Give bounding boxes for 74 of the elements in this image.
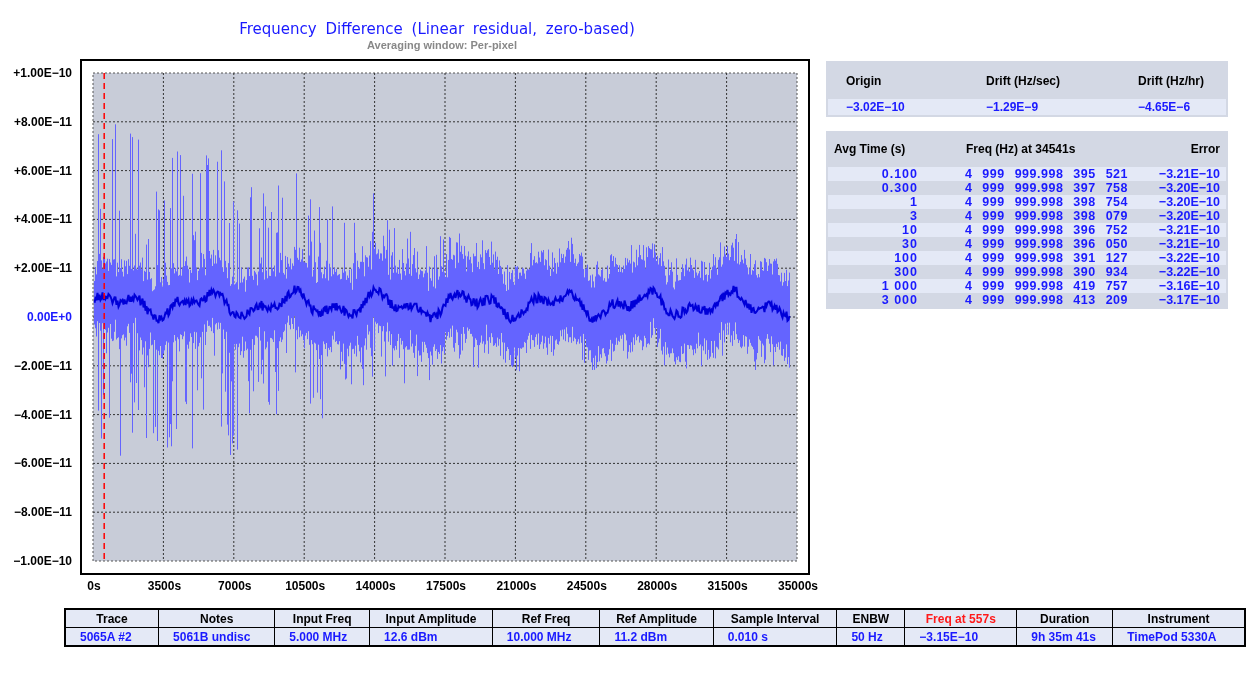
column-header: Avg Time (s) bbox=[834, 142, 907, 156]
column-header: Ref Freq bbox=[492, 609, 600, 628]
table-cell-text: 100 bbox=[893, 251, 918, 265]
y-axis-label: +2.00E−11 bbox=[13, 261, 72, 276]
y-axis-label: 0.00E+0 bbox=[26, 310, 72, 324]
y-axis-label: −8.00E−11 bbox=[13, 505, 72, 520]
column-header: Error bbox=[1189, 142, 1221, 156]
table-cell-text: −3.22E−10 bbox=[1157, 251, 1221, 265]
column-header: Freq at 557s bbox=[904, 609, 1017, 628]
y-axis-label: −6.00E−11 bbox=[13, 456, 72, 471]
table-cell-text: −3.20E−10 bbox=[1157, 181, 1221, 195]
column-header: Origin bbox=[846, 74, 883, 88]
table-cell-text: −4.65E−6 bbox=[1138, 100, 1192, 114]
y-axis-label: −2.00E−11 bbox=[13, 358, 72, 373]
table-cell-text: −3.02E−10 bbox=[846, 100, 906, 114]
table-cell-text: 10 bbox=[901, 223, 918, 237]
chart-subtitle: Averaging window: Per-pixel bbox=[367, 39, 517, 51]
y-axis-label: +8.00E−11 bbox=[13, 114, 72, 129]
column-header: Notes bbox=[158, 609, 275, 628]
table-cell-text: 1 bbox=[909, 195, 918, 209]
column-header: Drift (Hz/sec) bbox=[986, 74, 1061, 88]
y-axis-label: −1.00E−10 bbox=[13, 554, 72, 568]
table-cell-text: 4 999 999.998 398 754 bbox=[963, 195, 1128, 209]
column-header: Freq (Hz) at 34541s bbox=[965, 142, 1077, 156]
table-cell-text: −1.29E−9 bbox=[986, 100, 1040, 114]
table-cell-text: 0.100 bbox=[880, 167, 918, 181]
table-cell-text: −3.21E−10 bbox=[1157, 237, 1221, 251]
table-cell-text: −3.22E−10 bbox=[1157, 265, 1221, 279]
table-cell-text: −3.21E−10 bbox=[1157, 167, 1221, 181]
table-cell-text: 4 999 999.998 397 758 bbox=[963, 181, 1128, 195]
y-axis-label: +1.00E−10 bbox=[13, 66, 72, 80]
x-axis-label: 7000s bbox=[218, 579, 252, 593]
table-cell-text: −3.17E−10 bbox=[1157, 293, 1221, 307]
x-axis-label: 24500s bbox=[566, 579, 607, 593]
column-header: Duration bbox=[1016, 609, 1113, 628]
y-axis-label: +4.00E−11 bbox=[13, 212, 72, 227]
table-cell-text: −3.20E−10 bbox=[1157, 195, 1221, 209]
table-cell-text: 1 000 bbox=[880, 279, 918, 293]
x-axis-label: 17500s bbox=[426, 579, 466, 593]
table-cell-text: 4 999 999.998 398 079 bbox=[963, 209, 1128, 223]
x-axis-label: 21000s bbox=[496, 579, 537, 593]
table-cell-text: 4 999 999.998 390 934 bbox=[963, 265, 1128, 279]
y-axis-label: −4.00E−11 bbox=[13, 407, 72, 422]
table-cell-text: 3 000 bbox=[880, 293, 918, 307]
x-axis-label: 35000s bbox=[778, 579, 818, 593]
table-cell-text: 4 999 999.998 396 752 bbox=[963, 223, 1128, 237]
x-axis-label: 28000s bbox=[637, 579, 678, 593]
table-cell-text: 300 bbox=[893, 265, 918, 279]
x-axis-label: 31500s bbox=[707, 579, 748, 593]
column-header: ENBW bbox=[836, 609, 905, 628]
table-cell-text: −3.21E−10 bbox=[1157, 223, 1221, 237]
table-cell-text: 4 999 999.998 396 050 bbox=[963, 237, 1128, 251]
table-cell-text: 4 999 999.998 395 521 bbox=[963, 167, 1128, 181]
column-header: Sample Interval bbox=[713, 609, 837, 628]
table-cell-text: 3 bbox=[909, 209, 918, 223]
table-cell-text: 4 999 999.998 413 209 bbox=[963, 293, 1128, 307]
table-cell-text: 4 999 999.998 419 757 bbox=[963, 279, 1128, 293]
column-header: Input Amplitude bbox=[369, 609, 493, 628]
chart-title: Frequency Difference (Linear residual, zero-based) bbox=[239, 20, 635, 38]
column-header: Trace bbox=[65, 609, 159, 628]
column-header: Input Freq bbox=[274, 609, 370, 628]
table-cell-text: 0.300 bbox=[880, 181, 918, 195]
y-axis-label: +6.00E−11 bbox=[13, 163, 72, 178]
table-cell-text: −3.20E−10 bbox=[1157, 209, 1221, 223]
x-axis-label: 10500s bbox=[285, 579, 326, 593]
column-header: Ref Amplitude bbox=[599, 609, 714, 628]
x-axis-label: 14000s bbox=[355, 579, 396, 593]
table-cell-text: −3.16E−10 bbox=[1157, 279, 1221, 293]
table-cell-text: 4 999 999.998 391 127 bbox=[963, 251, 1128, 265]
column-header: Instrument bbox=[1112, 609, 1245, 628]
x-axis-label: 3500s bbox=[147, 579, 182, 593]
column-header: Drift (Hz/hr) bbox=[1138, 74, 1205, 88]
table-cell-text: 30 bbox=[901, 237, 918, 251]
x-axis-label: 0s bbox=[87, 579, 101, 593]
